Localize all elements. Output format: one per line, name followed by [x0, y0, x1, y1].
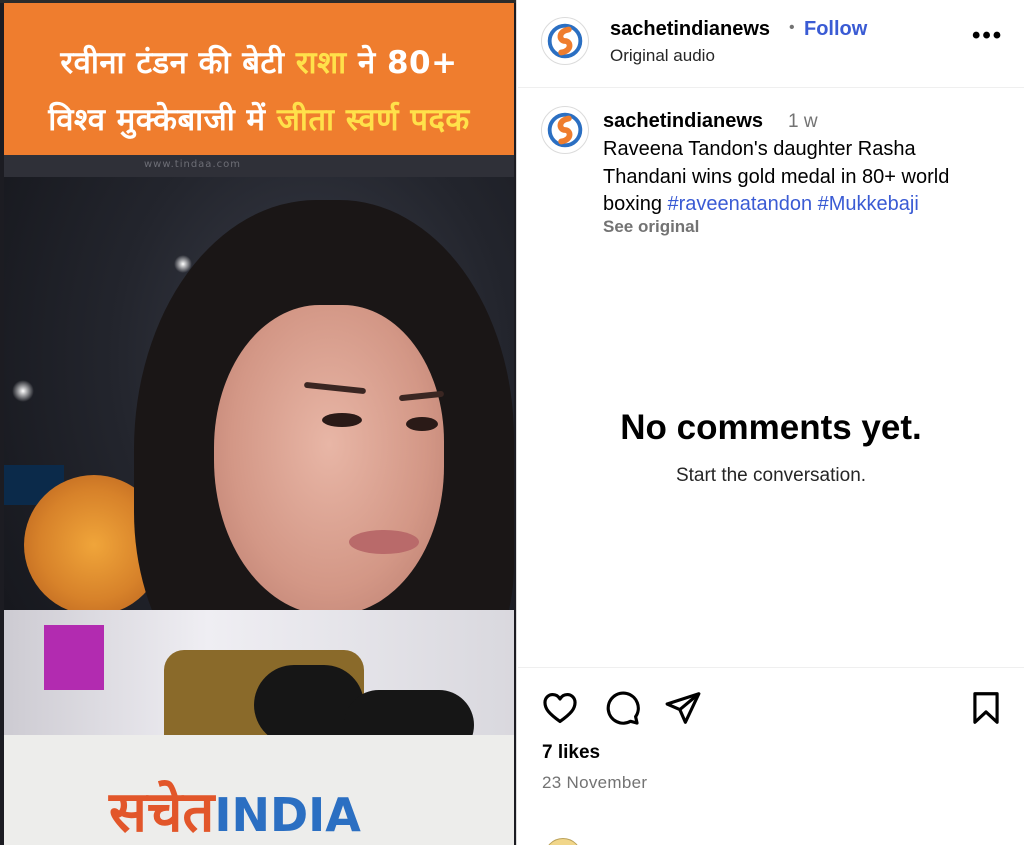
- banner-highlight-1: राशा: [295, 45, 347, 81]
- more-options-icon[interactable]: •••: [972, 22, 1003, 50]
- garland-ribbon: [44, 625, 104, 690]
- comment-icon[interactable]: [603, 689, 641, 727]
- post-date[interactable]: 23 November: [542, 773, 647, 793]
- person-face: [214, 305, 444, 615]
- audio-link[interactable]: Original audio: [610, 46, 715, 66]
- see-original-link[interactable]: See original: [603, 217, 699, 237]
- brand-logo: सचेतINDIA: [109, 780, 361, 845]
- user-avatar: [544, 838, 582, 845]
- likes-count[interactable]: 7 likes: [542, 742, 600, 764]
- caption-timestamp[interactable]: 1 w: [788, 111, 818, 133]
- follow-button[interactable]: Follow: [804, 18, 867, 41]
- backdrop-watermark: www.tindaa.com: [144, 159, 241, 170]
- no-comments-title: No comments yet.: [620, 408, 922, 447]
- lips: [349, 530, 419, 554]
- sachet-logo-icon: [547, 23, 583, 59]
- caption-text: Raveena Tandon's daughter Rasha Thandani…: [603, 138, 950, 215]
- microphone: [344, 690, 474, 735]
- backdrop-strip: www.tindaa.com: [4, 155, 514, 177]
- banner-highlight-2: जीता स्वर्ण पदक: [276, 102, 470, 138]
- sachet-logo-icon: [547, 112, 583, 148]
- video-frame: www.tindaa.com: [4, 155, 514, 735]
- account-avatar[interactable]: [541, 17, 589, 65]
- banner-line-1: रवीना टंडन की बेटी राशा ने 80+: [60, 45, 458, 81]
- no-comments-subtitle: Start the conversation.: [675, 465, 867, 486]
- hashtag-link[interactable]: #Mukkebaji: [818, 193, 919, 215]
- bookmark-icon[interactable]: [967, 689, 1005, 727]
- banner-line-2: विश्व मुक्केबाजी में जीता स्वर्ण पदक: [48, 102, 470, 138]
- background-light: [12, 380, 34, 402]
- separator-dot: •: [789, 19, 795, 36]
- post-actions: 7 likes 23 November: [518, 667, 1024, 845]
- brand-footer: सचेतINDIA: [4, 735, 514, 845]
- post-details-panel: sachetindianews • Follow Original audio …: [518, 0, 1024, 845]
- post-media[interactable]: रवीना टंडन की बेटी राशा ने 80+ विश्व मुक…: [0, 0, 517, 845]
- eye: [406, 417, 438, 431]
- headline-banner: रवीना टंडन की बेटी राशा ने 80+ विश्व मुक…: [4, 3, 514, 155]
- share-icon[interactable]: [664, 689, 702, 727]
- eye: [322, 413, 362, 427]
- hashtag-link[interactable]: #raveenatandon: [668, 193, 813, 215]
- header-username[interactable]: sachetindianews: [610, 18, 770, 41]
- heart-icon[interactable]: [541, 689, 579, 727]
- post-header: sachetindianews • Follow Original audio …: [518, 0, 1024, 88]
- caption-username[interactable]: sachetindianews: [603, 110, 763, 133]
- caption-avatar[interactable]: [541, 106, 589, 154]
